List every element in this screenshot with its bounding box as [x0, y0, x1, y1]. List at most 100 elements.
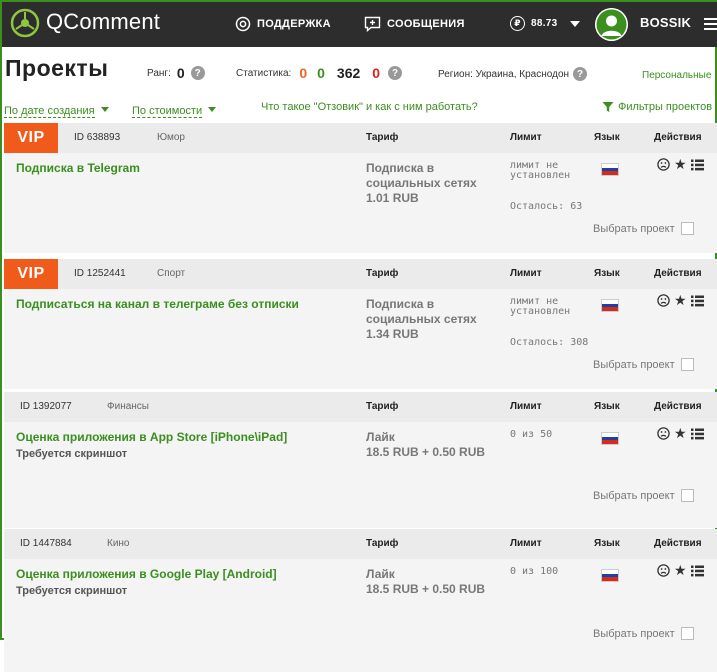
project-actions: ★ — [657, 293, 704, 307]
lifebuoy-icon — [235, 16, 251, 32]
sort-by-date-label: По дате создания — [4, 105, 95, 118]
column-actions: Действия — [654, 132, 702, 143]
stat-value: 362 — [336, 65, 361, 81]
page-title: Проекты — [5, 55, 109, 81]
project-card-header: VIP ID 638893 Юмор Тариф Лимит Язык Действия — [4, 123, 717, 153]
stat-value: 0 — [299, 65, 308, 81]
region-help-icon[interactable]: ? — [573, 67, 588, 81]
rank-help-icon[interactable]: ? — [190, 66, 205, 80]
list-icon[interactable] — [690, 159, 704, 171]
project-title[interactable]: Оценка приложения в Google Play [Android… — [16, 567, 277, 581]
qcomment-logo-icon[interactable] — [10, 8, 40, 38]
project-category: Спорт — [157, 268, 186, 279]
choose-project[interactable]: Выбрать проект — [593, 222, 694, 235]
star-icon[interactable]: ★ — [674, 293, 687, 307]
star-icon[interactable]: ★ — [674, 563, 687, 577]
choose-project-checkbox[interactable] — [680, 489, 694, 502]
stat-value: 0 — [372, 65, 381, 81]
sad-face-icon[interactable] — [657, 427, 670, 440]
project-title[interactable]: Подписаться на канал в телеграме без отп… — [16, 297, 299, 311]
column-tariff: Тариф — [366, 268, 399, 279]
support-link[interactable]: ПОДДЕРЖКА — [235, 16, 331, 32]
project-limit: лимит не установлен — [510, 161, 570, 181]
tariff-type: Лайк — [366, 567, 395, 581]
avatar[interactable] — [595, 8, 628, 41]
region-label: Регион: Украина, Краснодон — [438, 68, 570, 80]
column-tariff: Тариф — [366, 538, 399, 549]
user-avatar-icon — [595, 8, 628, 41]
column-actions: Действия — [654, 538, 702, 549]
project-card-body: Оценка приложения в Google Play [Android… — [4, 559, 717, 672]
list-icon[interactable] — [690, 295, 704, 307]
chevron-down-icon — [100, 107, 109, 113]
project-tariff: Лайк 18.5 RUB + 0.50 RUB — [366, 567, 496, 597]
message-plus-icon — [364, 16, 381, 32]
list-icon[interactable] — [690, 428, 704, 440]
project-id: ID 638893 — [74, 132, 121, 143]
tariff-type: Лайк — [366, 430, 395, 444]
sad-face-icon[interactable] — [657, 158, 670, 171]
filter-icon — [602, 102, 614, 112]
project-actions: ★ — [657, 563, 704, 577]
vip-badge: VIP — [4, 123, 58, 153]
limit-value-line2: установлен — [510, 306, 571, 317]
choose-project-label: Выбрать проект — [593, 358, 675, 371]
menu-hamburger-icon[interactable] — [704, 18, 717, 33]
stats-help-icon[interactable]: ? — [388, 66, 403, 80]
stats-label: Статистика: — [236, 67, 292, 79]
list-icon[interactable] — [690, 565, 704, 577]
username[interactable]: BOSSIK — [640, 15, 691, 30]
column-limit: Лимит — [510, 132, 542, 143]
remaining-count: Осталось: 63 — [510, 201, 583, 212]
messages-link[interactable]: СООБЩЕНИЯ — [364, 16, 465, 32]
project-limit: лимит не установлен — [510, 297, 570, 317]
project-category: Юмор — [157, 132, 185, 143]
project-card-body: Подписка в Telegram Подписка в социальных … — [4, 153, 717, 253]
limit-value: 0 из 100 — [510, 566, 559, 577]
star-icon[interactable]: ★ — [674, 426, 687, 440]
project-filters-button[interactable]: Фильтры проектов — [602, 101, 712, 113]
choose-project[interactable]: Выбрать проект — [593, 358, 694, 371]
vip-badge: VIP — [4, 259, 58, 289]
tariff-price: 1.01 RUB — [366, 191, 419, 205]
column-language: Язык — [594, 401, 620, 412]
balance-dropdown[interactable]: ₽ 88.73 — [510, 16, 580, 31]
project-requirement: Требуется скриншот — [16, 448, 128, 460]
column-tariff: Тариф — [366, 401, 399, 412]
project-tariff: Подписка в социальных сетях 1.34 RUB — [366, 297, 496, 342]
choose-project-label: Выбрать проект — [593, 627, 675, 640]
choose-project-checkbox[interactable] — [680, 222, 694, 235]
sort-by-date[interactable]: По дате создания — [4, 101, 109, 119]
column-limit: Лимит — [510, 538, 542, 549]
project-card-body: Оценка приложения в App Store [iPhone\iP… — [4, 422, 717, 528]
choose-project-checkbox[interactable] — [680, 627, 694, 640]
column-limit: Лимит — [510, 268, 542, 279]
personal-link[interactable]: Персональные — [642, 70, 711, 81]
sad-face-icon[interactable] — [657, 294, 670, 307]
column-tariff: Тариф — [366, 132, 399, 143]
column-language: Язык — [594, 538, 620, 549]
otzovik-help-link[interactable]: Что такое "Отзовик" и как с ним работать… — [261, 101, 478, 113]
project-title[interactable]: Оценка приложения в App Store [iPhone\iP… — [16, 430, 287, 444]
project-card-body: Подписаться на канал в телеграме без отп… — [4, 289, 717, 389]
limit-value-line2: установлен — [510, 170, 571, 181]
choose-project-checkbox[interactable] — [680, 358, 694, 371]
logo-text[interactable]: QComment — [46, 9, 160, 35]
project-title[interactable]: Подписка в Telegram — [16, 161, 140, 175]
rank-value: 0 — [176, 65, 185, 81]
sort-by-price[interactable]: По стоимости — [132, 101, 217, 119]
chevron-down-icon — [208, 107, 217, 113]
limit-value: 0 из 50 — [510, 429, 553, 440]
sad-face-icon[interactable] — [657, 564, 670, 577]
column-language: Язык — [594, 268, 620, 279]
tariff-price: 18.5 RUB + 0.50 RUB — [366, 582, 486, 596]
choose-project[interactable]: Выбрать проект — [593, 489, 694, 502]
remaining-count: Осталось: 308 — [510, 337, 589, 348]
project-card-header: ID 1447884 Кино Тариф Лимит Язык Действия — [4, 529, 717, 559]
star-icon[interactable]: ★ — [674, 157, 687, 171]
project-id: ID 1392077 — [20, 401, 72, 412]
project-card-header: VIP ID 1252441 Спорт Тариф Лимит Язык Действия — [4, 259, 717, 289]
stats-block: Статистика: 0 0 362 0 ? — [236, 65, 403, 81]
choose-project[interactable]: Выбрать проект — [593, 627, 694, 640]
tariff-type-line2: социальных сетях — [366, 176, 477, 190]
